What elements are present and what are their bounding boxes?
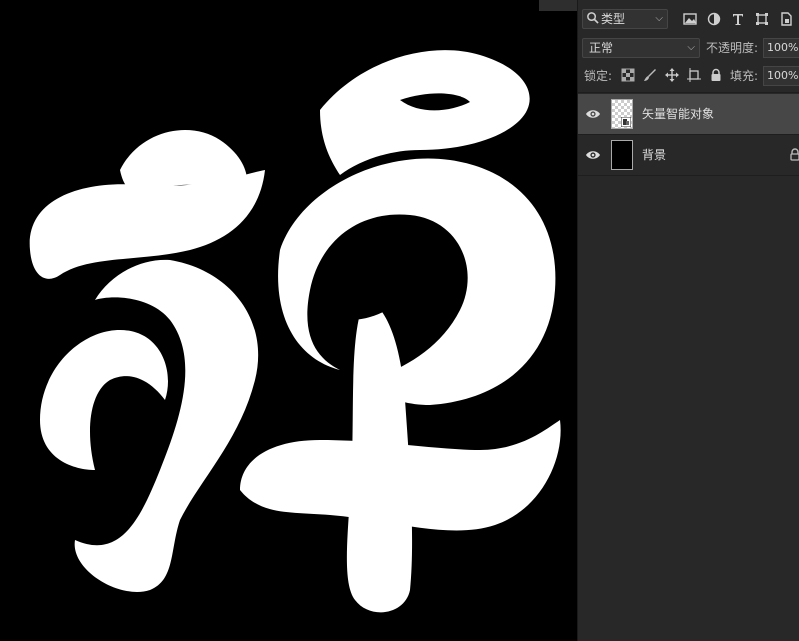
layers-panel: 类型 ⌵ 正常 ⌵ 不透明度: 100% 锁定: 填充: 100% 矢量智能对象…: [577, 0, 799, 641]
layer-divider: [578, 175, 799, 176]
layer-row-background[interactable]: 背景: [578, 135, 799, 175]
lock-icon: [790, 148, 799, 161]
opacity-label: 不透明度:: [706, 41, 759, 55]
calligraphy-artwork: [29, 50, 561, 613]
layer-name[interactable]: 矢量智能对象: [642, 94, 714, 134]
blend-mode-value: 正常: [589, 41, 614, 55]
shape-filter-icon[interactable]: [754, 11, 770, 27]
lock-position-icon[interactable]: [665, 68, 679, 82]
fill-input[interactable]: 100%: [763, 66, 799, 86]
document-canvas[interactable]: [0, 0, 577, 641]
eye-icon[interactable]: [585, 106, 601, 122]
fill-label: 填充:: [730, 69, 759, 83]
lock-fill-row: 锁定: 填充: 100%: [578, 66, 799, 88]
image-filter-icon[interactable]: [682, 11, 698, 27]
layer-name[interactable]: 背景: [642, 135, 666, 175]
panel-divider: [578, 92, 799, 93]
opacity-input[interactable]: 100%: [763, 38, 799, 58]
blend-opacity-row: 正常 ⌵ 不透明度: 100%: [578, 37, 799, 61]
smart-object-filter-icon[interactable]: [778, 11, 794, 27]
filter-kind-label: 类型: [601, 12, 626, 26]
lock-transparent-pixels-icon[interactable]: [621, 68, 635, 82]
layer-thumbnail: [611, 99, 633, 129]
canvas-scroll-tab: [539, 0, 577, 11]
adjustment-filter-icon[interactable]: [706, 11, 722, 27]
lock-artboard-icon[interactable]: [687, 68, 701, 82]
blend-mode-dropdown[interactable]: 正常 ⌵: [582, 38, 700, 58]
lock-label: 锁定:: [584, 69, 613, 83]
layer-thumbnail: [611, 140, 633, 170]
smart-object-badge-icon: [621, 117, 631, 127]
chevron-down-icon: ⌵: [655, 13, 663, 24]
chevron-down-icon: ⌵: [687, 42, 695, 53]
search-icon: [587, 12, 599, 24]
text-filter-icon[interactable]: [730, 11, 746, 27]
layer-row-smart-object[interactable]: 矢量智能对象: [578, 94, 799, 134]
lock-all-icon[interactable]: [709, 68, 723, 82]
lock-image-pixels-icon[interactable]: [643, 68, 657, 82]
layer-filter-row: 类型 ⌵: [578, 7, 799, 31]
filter-kind-dropdown[interactable]: 类型 ⌵: [582, 9, 668, 29]
eye-icon[interactable]: [585, 147, 601, 163]
